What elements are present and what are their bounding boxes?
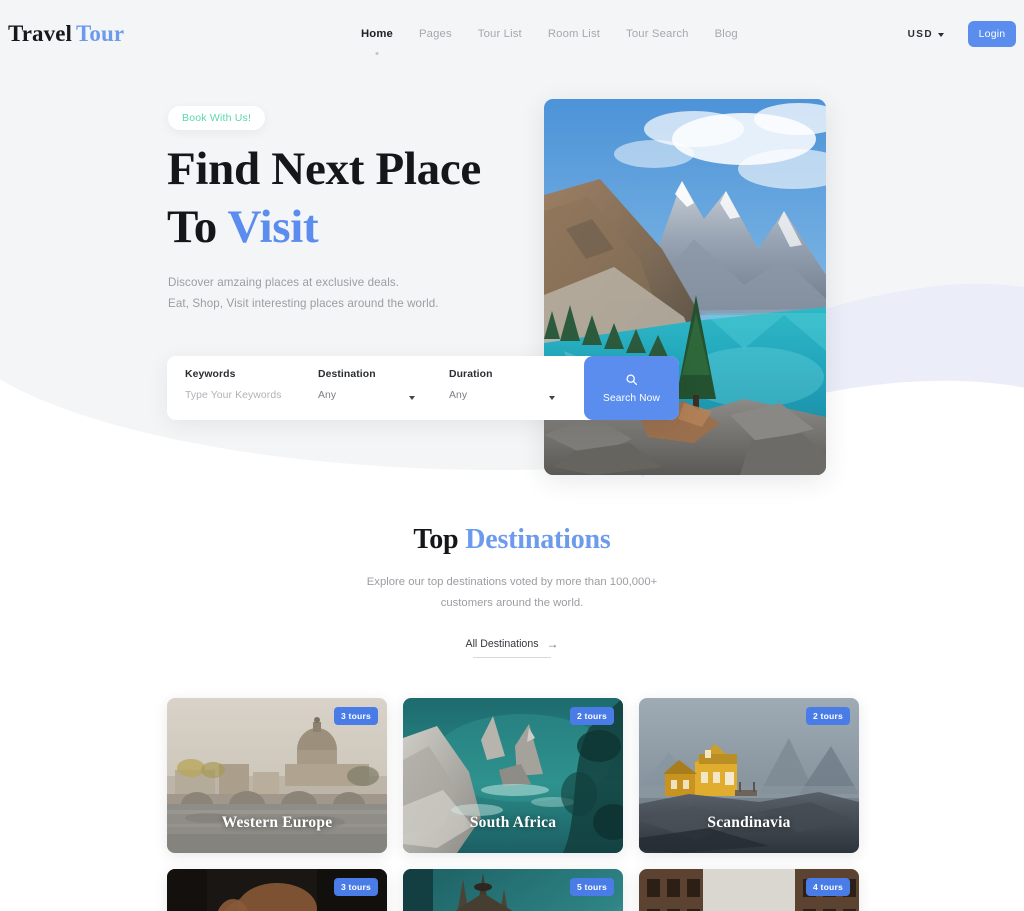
chevron-down-icon bbox=[938, 32, 944, 37]
section-title-plain: Top bbox=[413, 524, 459, 555]
hero-title-line2: To Visit bbox=[167, 198, 481, 256]
section-sub-line2: customers around the world. bbox=[440, 597, 584, 609]
destination-card-scandinavia[interactable]: 2 tours Scandinavia bbox=[639, 698, 859, 853]
destination-card-row2-2[interactable]: 5 tours bbox=[403, 869, 623, 911]
destination-card-south-africa[interactable]: 2 tours South Africa bbox=[403, 698, 623, 853]
tour-search-bar: Keywords Type Your Keywords Destination … bbox=[167, 356, 679, 420]
currency-selector[interactable]: USD bbox=[908, 29, 944, 40]
section-title-accent: Destinations bbox=[465, 524, 611, 555]
destination-card-row2-3[interactable]: 4 tours bbox=[639, 869, 859, 911]
destination-cards-row-1: 3 tours Western Europe 2 tours South Afr… bbox=[167, 698, 859, 853]
search-now-button[interactable]: Search Now bbox=[584, 356, 679, 420]
keywords-label: Keywords bbox=[185, 369, 236, 380]
card-tours-badge: 2 tours bbox=[805, 707, 850, 725]
hero-subtitle: Discover amzaing places at exclusive dea… bbox=[168, 272, 439, 314]
chevron-down-icon[interactable] bbox=[549, 396, 555, 400]
search-field-keywords[interactable]: Keywords Type Your Keywords bbox=[167, 356, 300, 420]
active-dot-icon bbox=[375, 52, 379, 55]
card-title: Scandinavia bbox=[707, 814, 791, 831]
card-tours-badge: 3 tours bbox=[333, 707, 378, 725]
travel-landing-page: Travel Tour Home Pages Tour List Room Lis… bbox=[0, 0, 1024, 911]
nav-item-room-list[interactable]: Room List bbox=[548, 28, 600, 42]
arrow-right-icon: → bbox=[546, 637, 559, 651]
section-subtitle: Explore our top destinations voted by mo… bbox=[0, 572, 1024, 614]
section-sub-line1: Explore our top destinations voted by mo… bbox=[366, 576, 658, 588]
nav-item-home[interactable]: Home bbox=[361, 28, 393, 55]
search-now-label: Search Now bbox=[603, 392, 660, 404]
logo-word-tour: Tour bbox=[76, 21, 125, 46]
hero-title-plain: To bbox=[167, 201, 217, 253]
nav-label: Home bbox=[361, 28, 393, 40]
section-title: Top Destinations bbox=[0, 524, 1024, 556]
card-tours-badge: 3 tours bbox=[333, 878, 378, 896]
card-tours-badge: 2 tours bbox=[569, 707, 614, 725]
hero-sub-line2: Eat, Shop, Visit interesting places arou… bbox=[168, 297, 439, 310]
duration-label: Duration bbox=[449, 369, 493, 380]
book-with-us-badge: Book With Us! bbox=[168, 106, 266, 130]
card-tours-badge: 4 tours bbox=[805, 878, 850, 896]
nav-item-blog[interactable]: Blog bbox=[715, 28, 738, 42]
hero-title-line1: Find Next Place bbox=[167, 143, 481, 195]
logo-word-travel: Travel bbox=[8, 21, 73, 46]
keywords-input[interactable]: Type Your Keywords bbox=[185, 390, 300, 401]
destination-card-western-europe[interactable]: 3 tours Western Europe bbox=[167, 698, 387, 853]
top-destinations-section: Top Destinations Explore our top destina… bbox=[0, 500, 1024, 911]
hero-title: Find Next Place To Visit bbox=[167, 140, 481, 256]
nav-item-pages[interactable]: Pages bbox=[419, 28, 452, 42]
site-logo[interactable]: Travel Tour bbox=[8, 21, 124, 47]
hero-section: Book With Us! Find Next Place To Visit D… bbox=[0, 0, 1024, 500]
hero-title-accent: Visit bbox=[227, 201, 319, 253]
hero-sub-line1: Discover amzaing places at exclusive dea… bbox=[168, 276, 400, 289]
card-title: Western Europe bbox=[221, 814, 333, 831]
nav-item-tour-search[interactable]: Tour Search bbox=[626, 28, 689, 42]
card-tours-badge: 5 tours bbox=[569, 878, 614, 896]
main-navigation: Home Pages Tour List Room List Tour Sear… bbox=[361, 28, 738, 55]
login-button[interactable]: Login bbox=[968, 21, 1016, 47]
all-destinations-link[interactable]: All Destinations → bbox=[466, 638, 559, 658]
search-icon bbox=[626, 373, 638, 385]
all-destinations-label: All Destinations bbox=[465, 638, 539, 650]
destination-card-row2-1[interactable]: 3 tours bbox=[167, 869, 387, 911]
chevron-down-icon[interactable] bbox=[409, 396, 415, 400]
destination-label: Destination bbox=[318, 369, 376, 380]
destination-cards-row-2: 3 tours 5 tours 4 tours bbox=[167, 869, 859, 911]
search-field-destination[interactable]: Destination Any bbox=[300, 356, 431, 420]
currency-label: USD bbox=[907, 29, 933, 40]
site-header: Travel Tour Home Pages Tour List Room Lis… bbox=[0, 0, 1024, 68]
card-title: South Africa bbox=[469, 814, 557, 831]
nav-item-tour-list[interactable]: Tour List bbox=[478, 28, 522, 42]
search-field-duration[interactable]: Duration Any bbox=[431, 356, 571, 420]
